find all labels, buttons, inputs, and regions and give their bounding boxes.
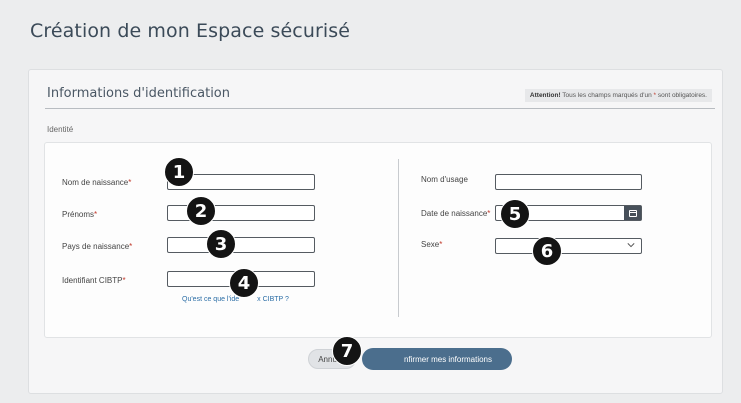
label-nom-usage: Nom d'usage (421, 175, 468, 184)
section-divider (45, 108, 715, 109)
marker-6: 6 (532, 236, 562, 266)
nom-usage-input[interactable] (495, 174, 642, 190)
label-nom-naissance: Nom de naissance* (62, 178, 132, 187)
label-pays-naissance: Pays de naissance* (62, 242, 133, 251)
marker-5: 5 (500, 199, 530, 229)
marker-2: 2 (186, 196, 216, 226)
cibtp-help-link[interactable]: Qu'est ce que l'ide x CIBTP ? (182, 296, 289, 303)
identification-card: Informations d'identification Attention!… (28, 69, 723, 394)
column-divider (398, 159, 399, 317)
page-title: Création de mon Espace sécurisé (30, 20, 351, 42)
note-text-post: sont obligatoires. (656, 92, 707, 99)
marker-3: 3 (206, 229, 236, 259)
pays-naissance-input[interactable] (167, 237, 315, 253)
identity-form-panel: Nom de naissance* Prénoms* Pays de naiss… (44, 142, 712, 338)
label-sexe: Sexe* (421, 240, 443, 249)
calendar-button[interactable] (624, 206, 641, 220)
label-prenoms: Prénoms* (62, 210, 98, 219)
sexe-select[interactable] (495, 238, 642, 254)
section-title: Informations d'identification (47, 86, 230, 101)
marker-1: 1 (164, 157, 194, 187)
confirmer-button[interactable]: nfirmer mes informations (362, 348, 512, 370)
marker-7: 7 (332, 336, 362, 366)
note-text-pre: Tous les champs marqués d'un (560, 92, 654, 99)
marker-4: 4 (229, 268, 259, 298)
subsection-title: Identité (47, 125, 74, 134)
chevron-down-icon (627, 243, 635, 248)
label-date-naissance: Date de naissance* (421, 209, 491, 218)
required-fields-note: Attention! Tous les champs marqués d'un … (524, 89, 712, 102)
note-bold: Attention! (529, 92, 561, 99)
label-identifiant-cibtp: Identifiant CIBTP* (62, 276, 126, 285)
calendar-icon (628, 209, 637, 217)
